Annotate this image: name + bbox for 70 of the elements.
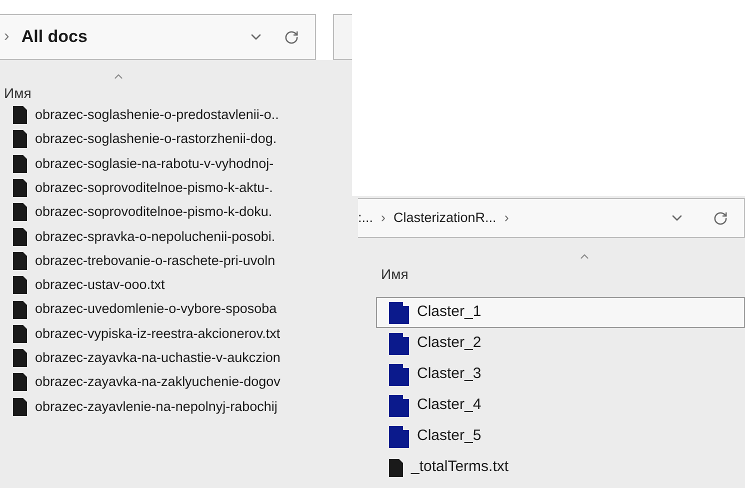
document-icon	[13, 154, 27, 173]
document-icon	[13, 252, 27, 270]
file-row[interactable]: obrazec-zayavlenie-na-nepolnyj-rabochij	[0, 394, 352, 419]
file-name: obrazec-zayavlenie-na-nepolnyj-rabochij	[35, 398, 278, 416]
file-name: obrazec-soglashenie-o-predostavlenii-o..	[35, 106, 279, 124]
file-name: obrazec-soprovoditelnoe-pismo-k-doku.	[35, 203, 272, 222]
file-row[interactable]: Claster_2	[376, 328, 745, 359]
file-name: obrazec-soglashenie-o-rastorzhenii-dog.	[35, 130, 277, 148]
file-row[interactable]: _totalTerms.txt	[376, 452, 745, 483]
file-name: obrazec-soglasie-na-rabotu-v-vyhodnoj-	[35, 154, 274, 173]
file-name: obrazec-uvedomlenie-o-vybore-sposoba	[35, 300, 277, 318]
file-name: obrazec-ustav-ooo.txt	[35, 276, 165, 294]
breadcrumb-separator: ›	[381, 208, 386, 227]
file-row[interactable]: obrazec-ustav-ooo.txt	[0, 273, 352, 298]
file-name: obrazec-trebovanie-o-raschete-pri-uvoln	[35, 252, 276, 270]
file-name: obrazec-zayavka-na-zaklyuchenie-dogov	[35, 373, 280, 392]
file-name: Claster_3	[417, 364, 482, 384]
document-icon	[13, 179, 27, 198]
file-row[interactable]: obrazec-soprovoditelnoe-pismo-k-aktu-.	[0, 176, 352, 200]
column-header[interactable]: Имя	[358, 263, 408, 285]
search-field[interactable]	[332, 14, 352, 60]
folder-icon	[389, 426, 409, 448]
document-icon	[13, 203, 27, 222]
folder-icon	[389, 394, 409, 416]
folder-icon	[389, 364, 409, 386]
folder-icon	[389, 302, 409, 324]
file-row[interactable]: obrazec-spravka-o-nepoluchenii-posobi.	[0, 224, 352, 249]
file-row[interactable]: obrazec-zayavka-na-uchastie-v-aukczion	[0, 346, 352, 370]
document-icon	[13, 276, 27, 294]
document-icon	[13, 300, 27, 319]
file-row[interactable]: obrazec-soprovoditelnoe-pismo-k-doku.	[0, 200, 352, 224]
file-row[interactable]: obrazec-soglashenie-o-predostavlenii-o..	[0, 103, 352, 128]
file-row[interactable]: obrazec-soglasie-na-rabotu-v-vyhodnoj-	[0, 152, 352, 176]
breadcrumb-item[interactable]: All docs	[21, 24, 88, 50]
refresh-icon[interactable]	[713, 210, 728, 226]
breadcrumb-item[interactable]: ClasterizationR...	[394, 208, 496, 228]
file-name: obrazec-zayavka-na-uchastie-v-aukczion	[35, 348, 280, 367]
document-icon	[13, 398, 27, 416]
column-header[interactable]: Имя	[0, 83, 32, 103]
document-icon	[13, 106, 27, 124]
document-icon	[13, 324, 27, 343]
document-icon	[389, 458, 403, 476]
document-icon	[13, 373, 27, 392]
file-name: obrazec-soprovoditelnoe-pismo-k-aktu-.	[35, 178, 273, 197]
folder-icon	[389, 332, 409, 354]
refresh-icon[interactable]	[284, 30, 299, 44]
file-name: Claster_4	[417, 395, 482, 416]
file-row[interactable]: Claster_4	[376, 390, 745, 421]
breadcrumb-separator: ›	[504, 208, 509, 227]
file-name: obrazec-vypiska-iz-reestra-akcionerov.txt	[35, 324, 280, 343]
document-icon	[13, 130, 27, 148]
file-row[interactable]: obrazec-soglashenie-o-rastorzhenii-dog.	[0, 127, 352, 152]
file-row[interactable]: obrazec-uvedomlenie-o-vybore-sposoba	[0, 297, 352, 322]
file-name: Claster_2	[417, 333, 482, 354]
file-name: _totalTerms.txt	[411, 457, 509, 478]
file-row[interactable]: Claster_5	[376, 421, 745, 452]
file-row[interactable]: Claster_1	[376, 297, 745, 328]
document-icon	[13, 349, 27, 368]
file-name: Claster_1	[417, 302, 482, 322]
file-row[interactable]: obrazec-zayavka-na-zaklyuchenie-dogov	[0, 370, 352, 395]
breadcrumb-separator: ›	[4, 27, 10, 47]
breadcrumb-item[interactable]: :...	[358, 208, 374, 228]
address-bar[interactable]: › All docs	[0, 14, 316, 60]
address-bar[interactable]: :... › ClasterizationR... ›	[358, 198, 745, 238]
file-row[interactable]: Claster_3	[376, 359, 745, 390]
document-icon	[13, 228, 27, 246]
file-name: Claster_5	[417, 426, 482, 446]
file-row[interactable]: obrazec-vypiska-iz-reestra-akcionerov.txt	[0, 322, 352, 346]
file-name: obrazec-spravka-o-nepoluchenii-posobi.	[35, 228, 276, 246]
file-row[interactable]: obrazec-trebovanie-o-raschete-pri-uvoln	[0, 248, 352, 274]
